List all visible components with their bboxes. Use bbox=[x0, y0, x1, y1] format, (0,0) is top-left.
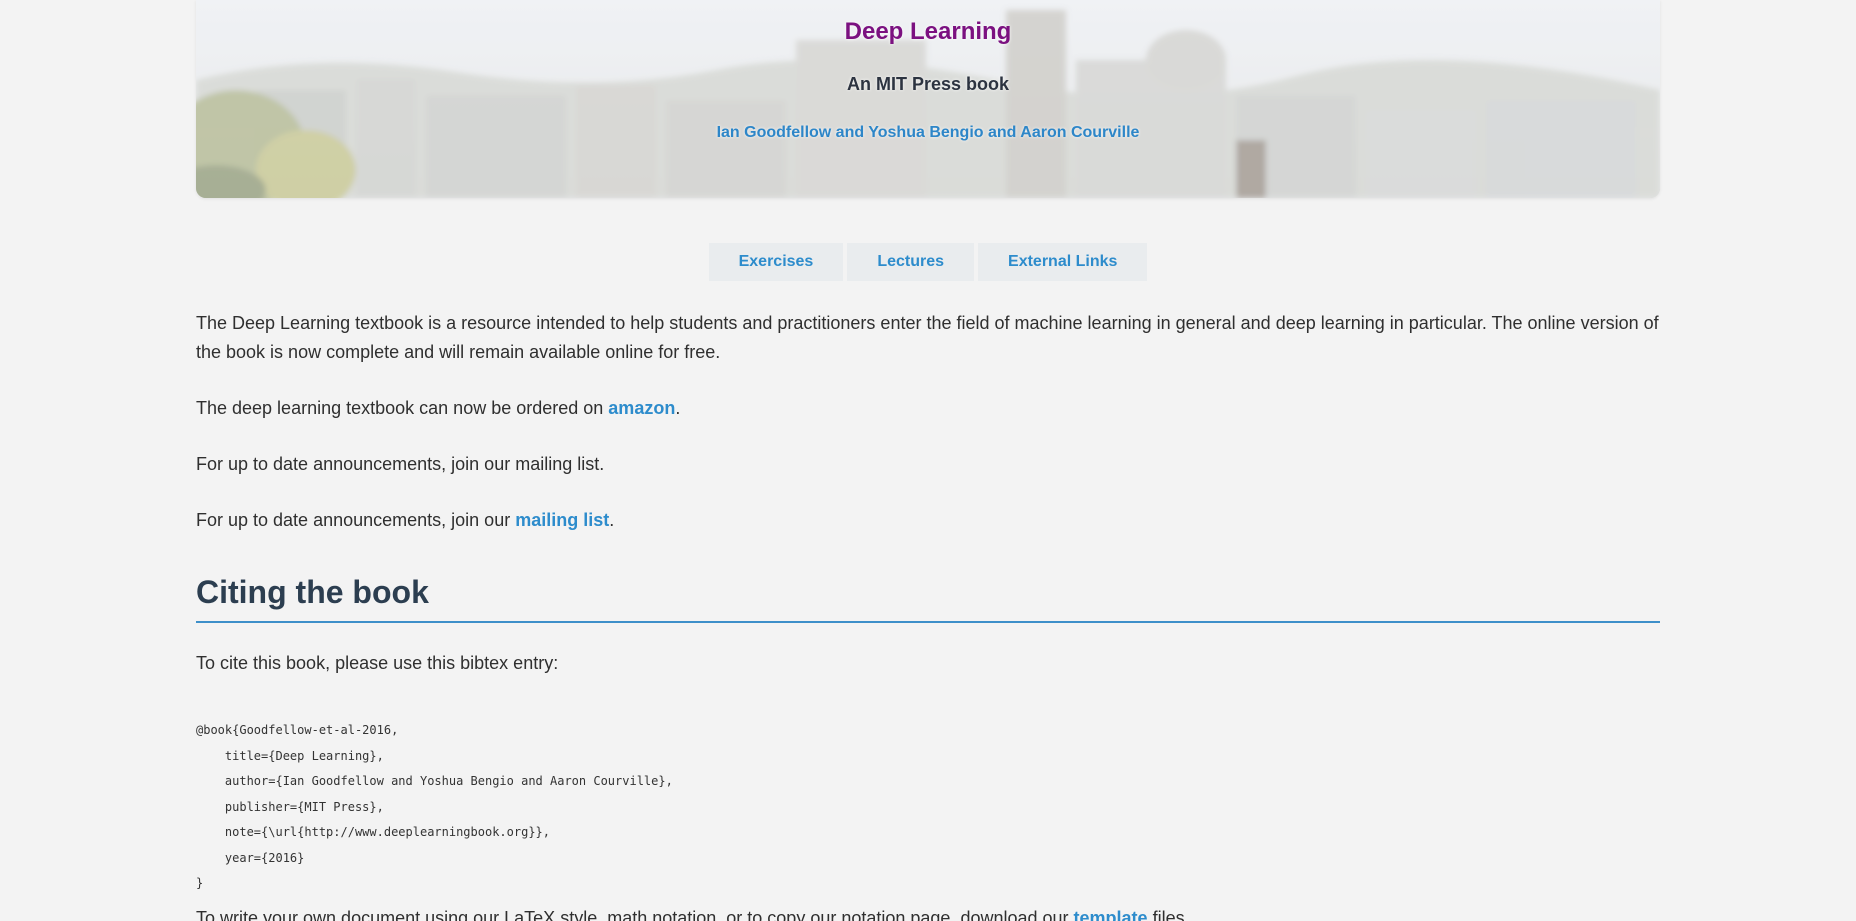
intro-paragraph: The Deep Learning textbook is a resource… bbox=[196, 313, 1659, 362]
page: Deep Learning An MIT Press book Ian Good… bbox=[0, 0, 1856, 921]
order-text: The deep learning textbook can now be or… bbox=[196, 398, 609, 418]
citing-heading: Citing the book bbox=[196, 574, 429, 610]
announcement-text: For up to date announcements, join our bbox=[196, 510, 516, 530]
bibtex-entry[interactable]: @book{Goodfellow-et-al-2016, title={Deep… bbox=[196, 718, 1660, 897]
nav-external-links[interactable]: External Links bbox=[978, 243, 1148, 281]
nav-exercises[interactable]: Exercises bbox=[708, 243, 844, 281]
cite-intro: To cite this book, please use this bibte… bbox=[196, 653, 559, 673]
announcement-plain: For up to date announcements, join our m… bbox=[196, 454, 605, 474]
template-suffix: files. bbox=[1147, 908, 1190, 921]
banner-text: Deep Learning An MIT Press book Ian Good… bbox=[196, 0, 1660, 198]
book-authors[interactable]: Ian Goodfellow and Yoshua Bengio and Aar… bbox=[196, 124, 1660, 142]
announcement-link-paragraph: For up to date announcements, join our m… bbox=[196, 506, 1660, 535]
nav-bar: Exercises Lectures External Links bbox=[0, 243, 1856, 281]
heading-divider bbox=[196, 621, 1660, 623]
announcement-suffix: . bbox=[609, 510, 615, 530]
template-paragraph: To write your own document using our LaT… bbox=[196, 904, 1660, 921]
template-text: To write your own document using our LaT… bbox=[196, 908, 1074, 921]
order-paragraph: The deep learning textbook can now be or… bbox=[196, 394, 1660, 423]
mailing-list-link[interactable]: mailing list bbox=[515, 510, 609, 530]
template-link[interactable]: template bbox=[1074, 908, 1148, 921]
book-subtitle: An MIT Press book bbox=[846, 74, 1010, 94]
book-title[interactable]: Deep Learning bbox=[196, 18, 1660, 46]
amazon-link[interactable]: amazon bbox=[608, 398, 675, 418]
header-banner: Deep Learning An MIT Press book Ian Good… bbox=[196, 0, 1660, 198]
nav-lectures[interactable]: Lectures bbox=[847, 243, 975, 281]
order-suffix: . bbox=[675, 398, 681, 418]
